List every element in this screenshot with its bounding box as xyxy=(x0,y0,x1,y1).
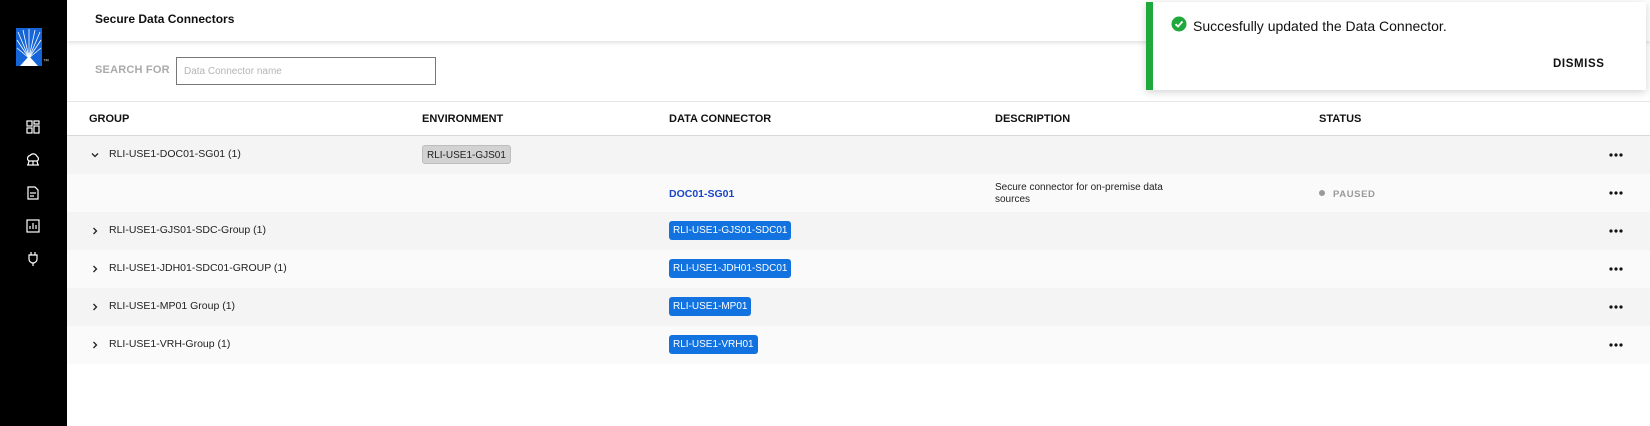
data-connector-link[interactable]: DOC01-SG01 xyxy=(669,188,734,200)
status-badge: PAUSED xyxy=(1319,189,1376,200)
column-header-data-connector[interactable]: DATA CONNECTOR xyxy=(669,113,771,125)
search-label: SEARCH FOR xyxy=(95,64,170,76)
column-header-status[interactable]: STATUS xyxy=(1319,113,1361,125)
chevron-right-icon[interactable] xyxy=(89,300,101,312)
chevron-down-icon[interactable] xyxy=(89,148,101,160)
more-options-icon[interactable] xyxy=(1607,186,1625,200)
data-connector-tag[interactable]: RLI-USE1-JDH01-SDC01 xyxy=(669,259,792,278)
table-row[interactable]: RLI-USE1-GJS01-SDC-Group (1) RLI-USE1-GJ… xyxy=(67,212,1650,250)
data-connector-tag[interactable]: RLI-USE1-MP01 xyxy=(669,297,752,316)
nav-documents[interactable] xyxy=(24,184,42,202)
more-options-icon[interactable] xyxy=(1607,300,1625,314)
more-options-icon[interactable] xyxy=(1607,148,1625,162)
table-row[interactable]: RLI-USE1-VRH-Group (1) RLI-USE1-VRH01 xyxy=(67,326,1650,364)
table-header: GROUP ENVIRONMENT DATA CONNECTOR DESCRIP… xyxy=(67,102,1650,136)
more-options-icon[interactable] xyxy=(1607,338,1625,352)
report-chart-icon xyxy=(26,219,40,233)
toast-message: Succesfully updated the Data Connector. xyxy=(1193,18,1447,34)
table-row[interactable]: RLI-USE1-DOC01-SG01 (1) RLI-USE1-GJS01 xyxy=(67,136,1650,174)
group-name: RLI-USE1-MP01 Group (1) xyxy=(109,300,236,312)
data-connector-tag[interactable]: RLI-USE1-VRH01 xyxy=(669,335,758,354)
group-name: RLI-USE1-JDH01-SDC01-GROUP (1) xyxy=(109,262,287,274)
dashboard-icon xyxy=(26,120,40,134)
group-name: RLI-USE1-GJS01-SDC-Group (1) xyxy=(109,224,266,236)
column-header-description[interactable]: DESCRIPTION xyxy=(995,113,1070,125)
nav-connectors[interactable] xyxy=(24,250,42,268)
success-toast: Succesfully updated the Data Connector. … xyxy=(1146,2,1646,90)
status-text: PAUSED xyxy=(1333,189,1376,200)
chevron-right-icon[interactable] xyxy=(89,224,101,236)
group-name: RLI-USE1-VRH-Group (1) xyxy=(109,338,231,350)
column-header-environment[interactable]: ENVIRONMENT xyxy=(422,113,503,125)
search-input[interactable] xyxy=(176,57,436,85)
table-row[interactable]: RLI-USE1-MP01 Group (1) RLI-USE1-MP01 xyxy=(67,288,1650,326)
page-title: Secure Data Connectors xyxy=(95,12,235,26)
nav-cloud-connectors[interactable] xyxy=(24,151,42,169)
cloud-network-icon xyxy=(26,153,39,166)
chevron-right-icon[interactable] xyxy=(89,338,101,350)
status-dot-icon xyxy=(1319,190,1325,196)
connector-description: Secure connector for on-premise data sou… xyxy=(995,182,1163,205)
more-options-icon[interactable] xyxy=(1607,262,1625,276)
company-logo[interactable] xyxy=(16,28,42,66)
table-row[interactable]: RLI-USE1-JDH01-SDC01-GROUP (1) RLI-USE1-… xyxy=(67,250,1650,288)
nav-reports[interactable] xyxy=(24,217,42,235)
plug-icon xyxy=(28,252,38,266)
document-icon xyxy=(27,186,39,200)
logo-burst-icon xyxy=(16,28,42,66)
group-name: RLI-USE1-DOC01-SG01 (1) xyxy=(109,148,241,160)
trademark-mark: ™ xyxy=(43,59,49,65)
sidebar: ™ xyxy=(0,0,67,426)
data-connector-tag[interactable]: RLI-USE1-GJS01-SDC01 xyxy=(669,221,792,240)
chevron-right-icon[interactable] xyxy=(89,262,101,274)
nav-dashboard[interactable] xyxy=(24,118,42,136)
check-circle-icon xyxy=(1171,16,1187,32)
environment-tag: RLI-USE1-GJS01 xyxy=(422,145,511,164)
table-row[interactable]: DOC01-SG01 Secure connector for on-premi… xyxy=(67,174,1650,212)
dismiss-button[interactable]: DISMISS xyxy=(1553,58,1605,70)
more-options-icon[interactable] xyxy=(1607,224,1625,238)
column-header-group[interactable]: GROUP xyxy=(89,113,129,125)
